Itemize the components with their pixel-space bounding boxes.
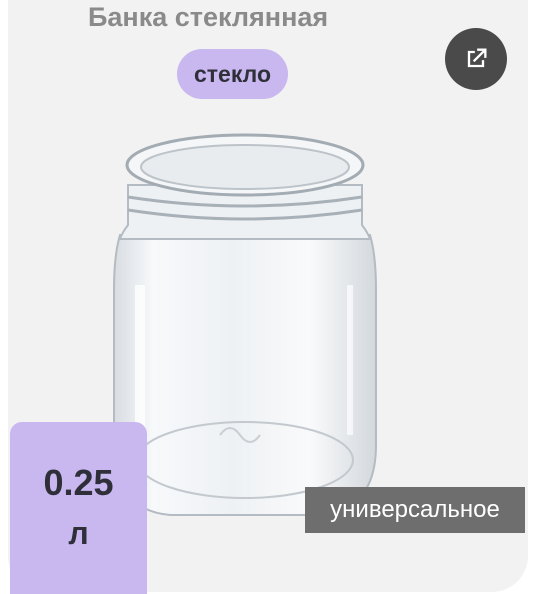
open-external-button[interactable] <box>445 28 507 90</box>
product-title: Банка стеклянная <box>88 2 329 32</box>
usage-label: универсальное <box>305 487 525 533</box>
external-link-icon <box>467 48 487 68</box>
volume-value: 0.25 <box>43 462 114 503</box>
material-tag[interactable]: стекло <box>177 49 288 99</box>
volume-badge: 0.25 л <box>10 422 147 594</box>
volume-unit: л <box>68 515 89 551</box>
